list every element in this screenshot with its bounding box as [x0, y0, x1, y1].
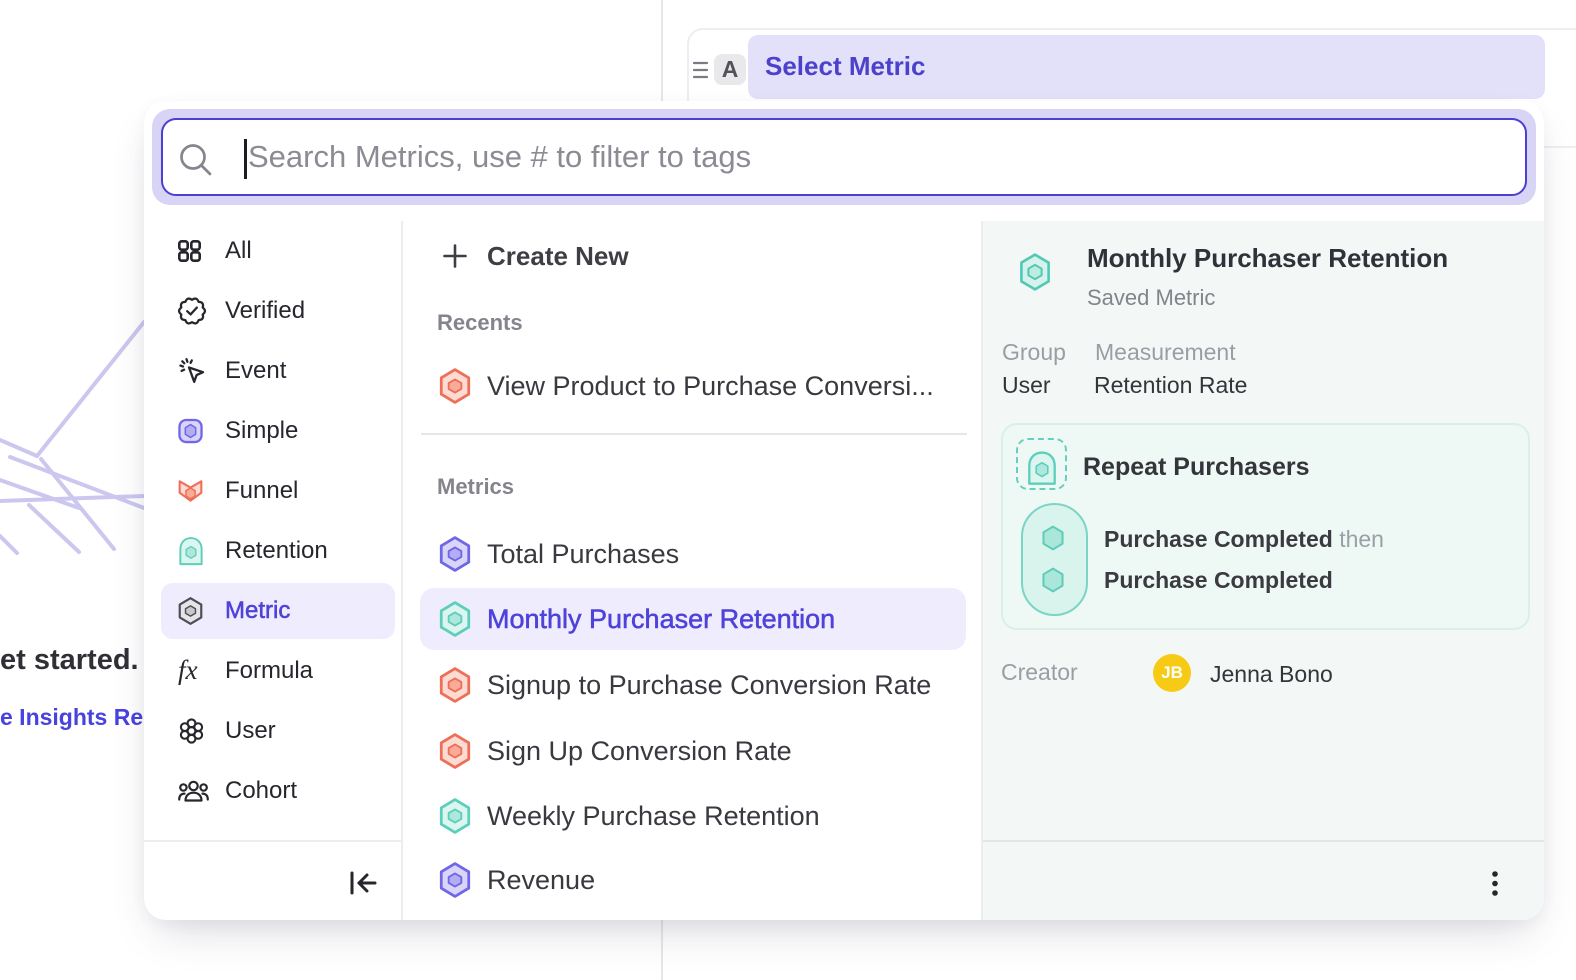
svg-text:fx: fx — [178, 656, 198, 685]
